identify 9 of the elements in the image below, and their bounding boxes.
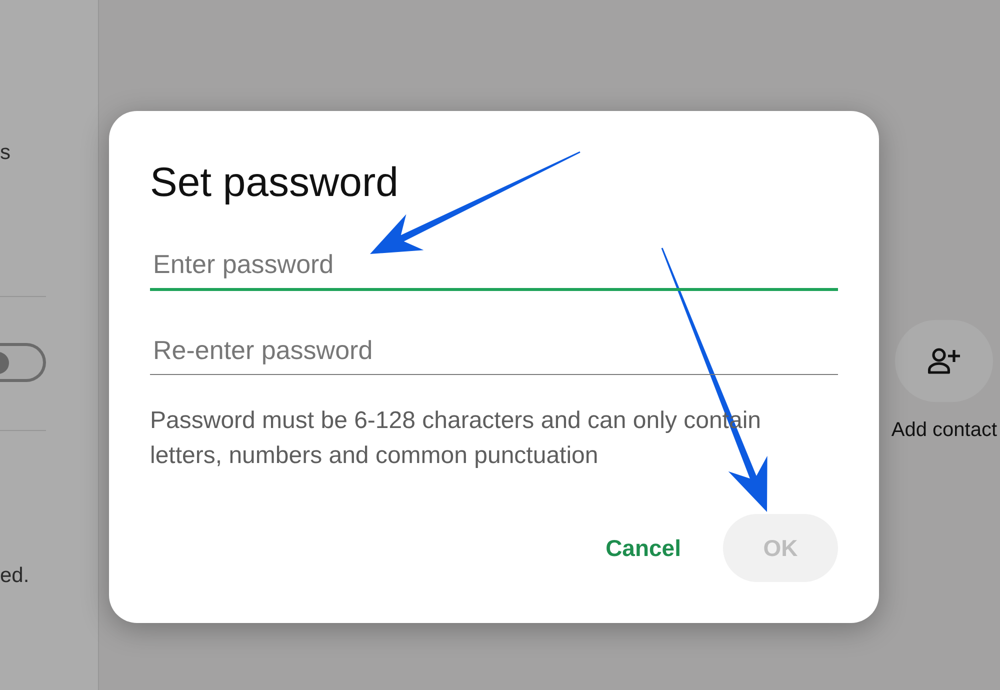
cancel-button[interactable]: Cancel	[586, 514, 701, 582]
password-field[interactable]: Enter password	[150, 240, 838, 291]
sidebar-text: s	[0, 140, 10, 166]
add-contact-label: Add contact	[891, 418, 997, 443]
toggle-switch[interactable]	[0, 343, 46, 382]
sidebar-text: ed.	[0, 563, 30, 589]
dialog-title: Set password	[150, 158, 400, 207]
password-field[interactable]: Re-enter password	[150, 326, 838, 375]
person-plus-icon	[927, 347, 962, 375]
